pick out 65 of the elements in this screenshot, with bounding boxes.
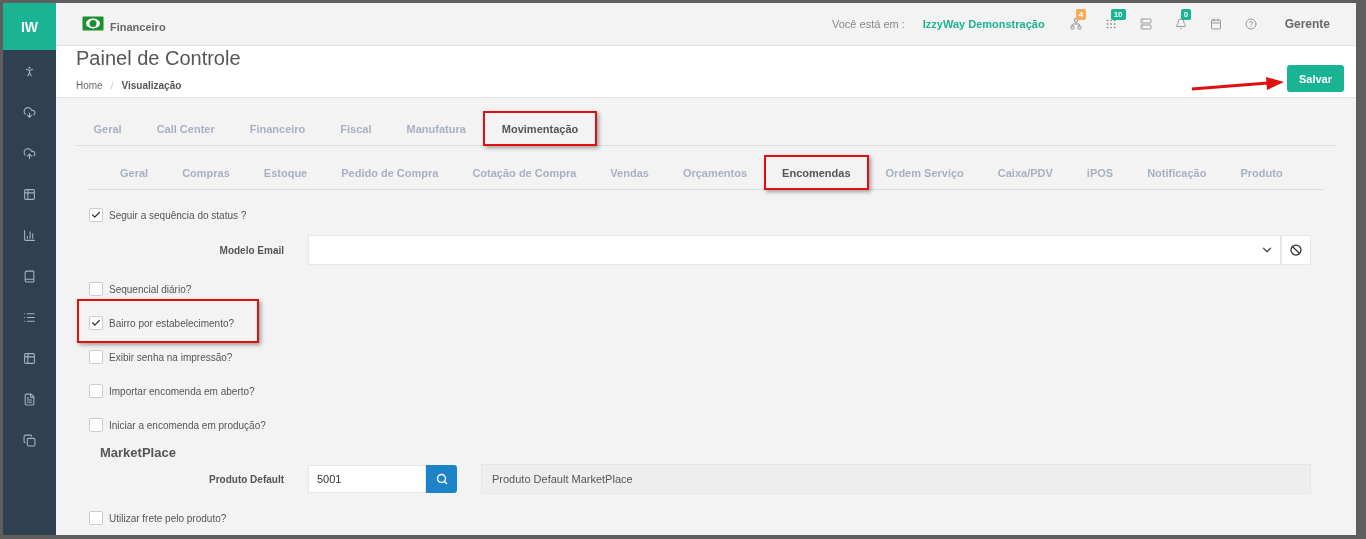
tab[interactable]: Vendas [593, 155, 666, 190]
count-badge: 0 [1180, 8, 1192, 20]
input-field[interactable]: 5001 [308, 465, 426, 493]
check-icon [91, 318, 101, 328]
checkbox[interactable] [89, 350, 103, 364]
page-title: Painel de Controle [76, 47, 242, 70]
money-icon [82, 16, 104, 32]
checkbox[interactable] [89, 208, 103, 222]
readonly-field: Produto Default MarketPlace [481, 464, 1311, 494]
checkbox[interactable] [89, 511, 103, 525]
checkbox-label: Iniciar a encomenda em produção? [109, 419, 266, 431]
breadcrumb-separator: / [110, 80, 114, 91]
tab[interactable]: Cotação de Compra [455, 155, 594, 190]
field-label: Produto Default [208, 473, 285, 485]
location-link[interactable]: IzzyWay Demonstração [922, 17, 1045, 30]
tab[interactable]: Manufatura [389, 111, 484, 146]
tab[interactable]: Estoque [246, 155, 325, 190]
checkbox-label: Exibir senha na impressão? [109, 351, 233, 363]
tab[interactable]: Movimentação [483, 111, 597, 146]
tab[interactable]: Compras [165, 155, 247, 190]
field-label: Modelo Email [218, 244, 285, 256]
breadcrumb-link[interactable]: Home [76, 80, 103, 91]
section-title: Financeiro [110, 20, 166, 33]
tab[interactable]: Call Center [139, 111, 233, 146]
tab[interactable]: Notificação [1130, 155, 1224, 190]
tab[interactable]: Orçamentos [665, 155, 765, 190]
tab[interactable]: Geral [103, 155, 166, 190]
checkbox[interactable] [89, 384, 103, 398]
grid-icon[interactable] [1105, 17, 1118, 30]
checkbox-label: Bairro por estabelecimento? [109, 317, 235, 329]
clear-button[interactable] [1281, 235, 1311, 265]
checkbox-label: Importar encomenda em aberto? [109, 385, 255, 397]
search-icon [435, 473, 448, 485]
logo[interactable]: IW [3, 3, 56, 50]
tab[interactable]: Ordem Serviço [868, 155, 981, 190]
tab[interactable]: Encomendas [764, 155, 869, 190]
user-menu[interactable]: Gerente [1284, 16, 1330, 31]
clear-icon [1290, 244, 1302, 256]
check-icon [91, 210, 101, 220]
tab[interactable]: iPOS [1069, 155, 1131, 190]
tab[interactable]: Produto [1223, 155, 1300, 190]
search-button[interactable] [426, 465, 457, 493]
calendar-icon[interactable] [1210, 17, 1223, 30]
notifications-icon[interactable] [1175, 17, 1188, 30]
count-badge: 4 [1075, 8, 1087, 20]
checkbox-label: Utilizar frete pelo produto? [109, 512, 227, 524]
tab[interactable]: Pedido de Compra [324, 155, 456, 190]
tab[interactable]: Fiscal [322, 111, 390, 146]
checkbox[interactable] [89, 316, 103, 330]
checkbox[interactable] [89, 418, 103, 432]
checkbox[interactable] [89, 282, 103, 296]
server-icon[interactable] [1140, 17, 1153, 30]
select-field[interactable] [308, 235, 1281, 265]
count-badge: 10 [1110, 8, 1126, 20]
help-icon[interactable] [1245, 17, 1258, 30]
location-label: Você está em : [832, 17, 905, 30]
checkbox-label: Sequencial diário? [109, 283, 192, 295]
checkbox-label: Seguir a sequência do status ? [109, 209, 247, 221]
tab[interactable]: Geral [76, 111, 140, 146]
tab[interactable]: Caixa/PDV [980, 155, 1070, 190]
breadcrumb-link[interactable]: Visualização [121, 80, 182, 91]
save-button[interactable]: Salvar [1286, 65, 1344, 92]
sitemap-icon[interactable] [1070, 17, 1083, 30]
tab[interactable]: Financeiro [232, 111, 323, 146]
section-heading: MarketPlace [99, 443, 177, 462]
